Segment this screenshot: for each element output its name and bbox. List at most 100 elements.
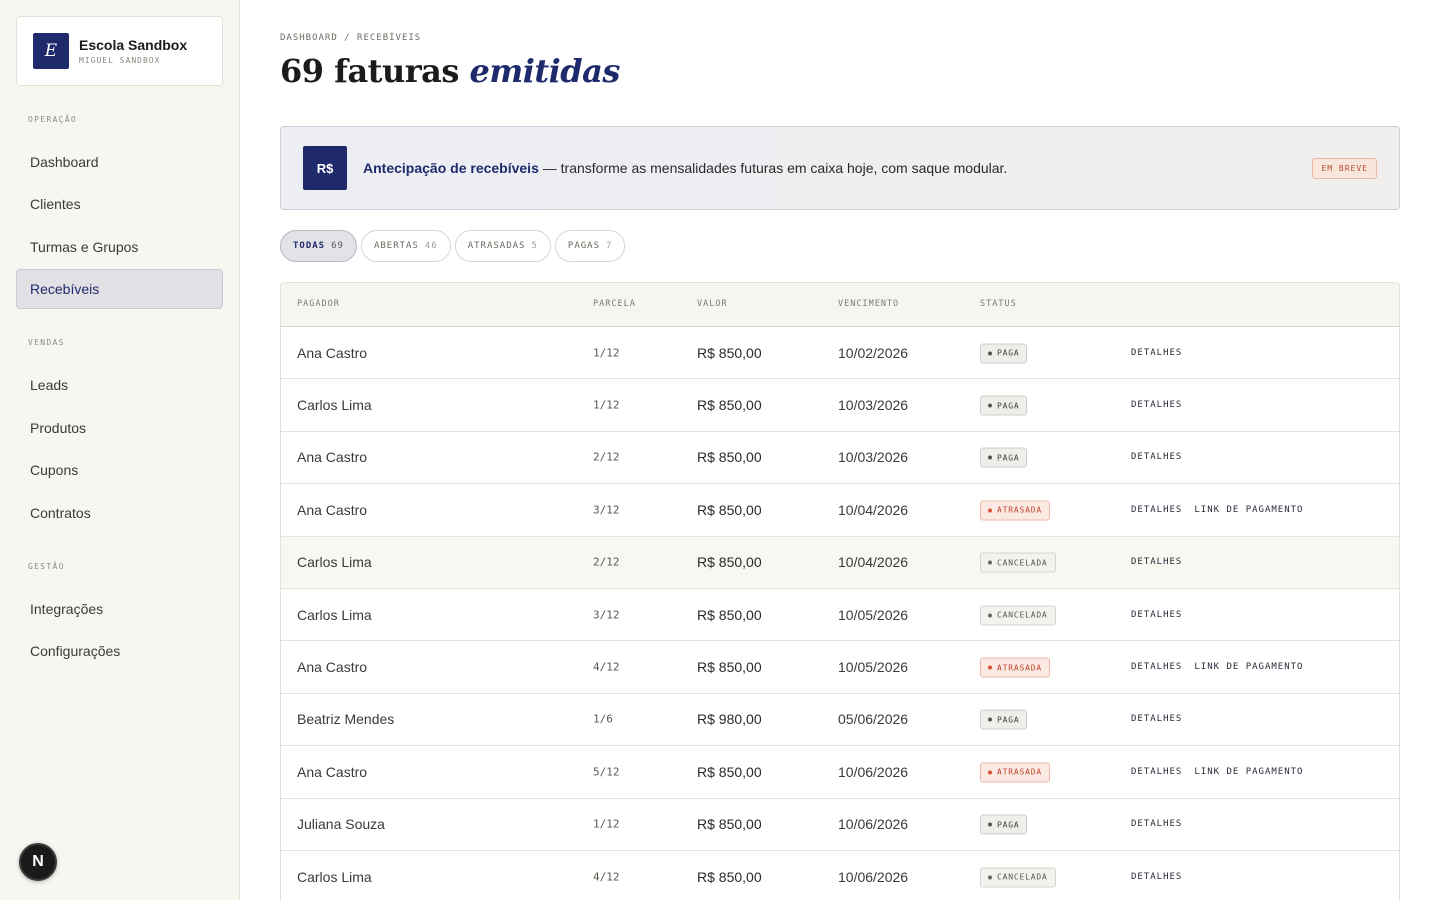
- filter-count: 69: [331, 241, 344, 251]
- details-link[interactable]: DETALHES: [1131, 452, 1182, 462]
- details-link[interactable]: DETALHES: [1131, 610, 1182, 620]
- table-row[interactable]: Carlos Lima 1/12 R$ 850,00 10/03/2026 PAGA DE…: [281, 379, 1399, 432]
- amount: R$ 850,00: [697, 449, 762, 466]
- table-row[interactable]: Ana Castro 5/12 R$ 850,00 10/06/2026 ATRASAD…: [281, 746, 1399, 799]
- due-date: 10/04/2026: [838, 554, 909, 571]
- status-badge: PAGA: [980, 395, 1028, 416]
- column-header-parcela[interactable]: PARCELA: [593, 299, 636, 309]
- payer-name: Ana Castro: [297, 659, 368, 676]
- status-cell: PAGA: [980, 395, 1028, 416]
- details-link[interactable]: DETALHES: [1131, 557, 1182, 567]
- brand-text: Escola Sandbox MIGUEL SANDBOX: [79, 37, 187, 65]
- status-cell: PAGA: [980, 342, 1028, 364]
- table-row[interactable]: Carlos Lima 2/12 R$ 850,00 10/04/2026 CANCEL…: [281, 536, 1399, 589]
- status-badge: ATRASADA: [980, 762, 1050, 783]
- status-dot-icon: [988, 455, 992, 460]
- details-link[interactable]: DETALHES: [1131, 348, 1182, 358]
- table-header: PAGADOR PARCELA VALOR VENCIMENTO STATUS: [281, 283, 1399, 327]
- status-cell: ATRASADA: [980, 499, 1050, 521]
- filter-pagas[interactable]: PAGAS 7: [554, 230, 626, 262]
- details-link[interactable]: DETALHES: [1131, 767, 1182, 777]
- row-actions: DETALHES: [1131, 714, 1182, 724]
- due-date: 10/04/2026: [838, 501, 909, 518]
- payment-link[interactable]: LINK DE PAGAMENTO: [1194, 767, 1303, 777]
- payer-name: Ana Castro: [297, 344, 368, 361]
- row-actions: DETALHES: [1131, 400, 1182, 410]
- sidebar-item-cupons[interactable]: Cupons: [16, 450, 223, 490]
- payer-name: Carlos Lima: [297, 554, 372, 571]
- sidebar-item-dashboard[interactable]: Dashboard: [16, 142, 223, 182]
- sidebar-item-produtos[interactable]: Produtos: [16, 408, 223, 448]
- user-name: MIGUEL SANDBOX: [79, 56, 161, 65]
- status-cell: CANCELADA: [980, 604, 1056, 626]
- status-dot-icon: [988, 613, 992, 618]
- sidebar-item-integracoes[interactable]: Integrações: [16, 589, 223, 629]
- page-title: 69 faturas emitidas: [280, 52, 620, 90]
- filter-label: PAGAS: [567, 241, 601, 251]
- due-date: 05/06/2026: [838, 711, 909, 728]
- due-date: 10/05/2026: [838, 659, 909, 676]
- nav-section-gestao: GESTÃO: [28, 562, 65, 571]
- due-date: 10/06/2026: [838, 868, 909, 885]
- coming-soon-badge: EM BREVE: [1312, 158, 1377, 179]
- school-switcher[interactable]: E Escola Sandbox MIGUEL SANDBOX: [16, 16, 223, 86]
- amount: R$ 850,00: [697, 868, 762, 885]
- installment: 1/12: [593, 398, 620, 412]
- details-link[interactable]: DETALHES: [1131, 714, 1182, 724]
- column-header-valor[interactable]: VALOR: [697, 299, 728, 309]
- status-dot-icon: [988, 508, 992, 513]
- school-name: Escola Sandbox: [79, 37, 188, 53]
- payer-name: Carlos Lima: [297, 606, 372, 623]
- sidebar-item-recebiveis[interactable]: Recebíveis: [16, 269, 223, 309]
- column-header-pagador[interactable]: PAGADOR: [297, 299, 340, 309]
- table-row[interactable]: Ana Castro 4/12 R$ 850,00 10/05/2026 ATRASAD…: [281, 641, 1399, 694]
- installment: 5/12: [593, 765, 620, 779]
- status-cell: CANCELADA: [980, 866, 1056, 888]
- details-link[interactable]: DETALHES: [1131, 872, 1182, 882]
- status-cell: CANCELADA: [980, 552, 1056, 573]
- status-label: PAGA: [997, 453, 1020, 463]
- table-row[interactable]: Ana Castro 2/12 R$ 850,00 10/03/2026 PAGA DET…: [281, 432, 1399, 485]
- banner-text: Antecipação de recebíveis — transforme a…: [363, 160, 1007, 176]
- due-date: 10/05/2026: [838, 606, 909, 623]
- filter-atrasadas[interactable]: ATRASADAS 5: [454, 230, 551, 262]
- amount: R$ 850,00: [697, 501, 762, 518]
- sidebar: E Escola Sandbox MIGUEL SANDBOX OPERAÇÃO…: [0, 0, 240, 900]
- details-link[interactable]: DETALHES: [1131, 505, 1182, 515]
- column-header-status[interactable]: STATUS: [980, 299, 1017, 309]
- details-link[interactable]: DETALHES: [1131, 400, 1182, 410]
- sidebar-item-configuracoes[interactable]: Configurações: [16, 631, 223, 671]
- table-row[interactable]: Ana Castro 3/12 R$ 850,00 10/04/2026 ATRASAD…: [281, 484, 1399, 537]
- status-label: CANCELADA: [997, 610, 1048, 620]
- due-date: 10/03/2026: [838, 449, 909, 466]
- table-row[interactable]: Ana Castro 1/12 R$ 850,00 10/02/2026 PAGA DET…: [281, 327, 1399, 380]
- table-row[interactable]: Juliana Souza 1/12 R$ 850,00 10/06/2026 PAGA…: [281, 799, 1399, 851]
- details-link[interactable]: DETALHES: [1131, 662, 1182, 672]
- filter-abertas[interactable]: ABERTAS 46: [360, 230, 451, 262]
- nextjs-dev-badge[interactable]: N: [19, 843, 57, 881]
- status-badge: CANCELADA: [980, 552, 1056, 573]
- details-link[interactable]: DETALHES: [1131, 819, 1182, 829]
- installment: 1/6: [593, 712, 613, 726]
- payment-link[interactable]: LINK DE PAGAMENTO: [1194, 662, 1303, 672]
- status-label: PAGA: [997, 820, 1020, 830]
- payer-name: Ana Castro: [297, 501, 368, 518]
- sidebar-item-contratos[interactable]: Contratos: [16, 493, 223, 533]
- payment-link[interactable]: LINK DE PAGAMENTO: [1194, 505, 1303, 515]
- installment: 3/12: [593, 608, 620, 622]
- row-actions: DETALHES: [1131, 557, 1182, 567]
- amount: R$ 850,00: [697, 606, 762, 623]
- sidebar-item-leads[interactable]: Leads: [16, 365, 223, 405]
- status-dot-icon: [988, 717, 992, 722]
- due-date: 10/03/2026: [838, 397, 909, 414]
- filter-todas[interactable]: TODAS 69: [280, 230, 357, 262]
- sidebar-item-turmas[interactable]: Turmas e Grupos: [16, 227, 223, 267]
- filter-count: 46: [424, 241, 438, 251]
- table-row[interactable]: Beatriz Mendes 1/6 R$ 980,00 05/06/2026 PAGA…: [281, 694, 1399, 747]
- table-row[interactable]: Carlos Lima 3/12 R$ 850,00 10/05/2026 CANCEL…: [281, 589, 1399, 642]
- sidebar-item-clientes[interactable]: Clientes: [16, 184, 223, 224]
- column-header-vencimento[interactable]: VENCIMENTO: [838, 299, 899, 309]
- table-row[interactable]: Carlos Lima 4/12 R$ 850,00 10/06/2026 CANCEL…: [281, 851, 1399, 900]
- amount: R$ 850,00: [697, 397, 762, 414]
- installment: 2/12: [593, 450, 620, 464]
